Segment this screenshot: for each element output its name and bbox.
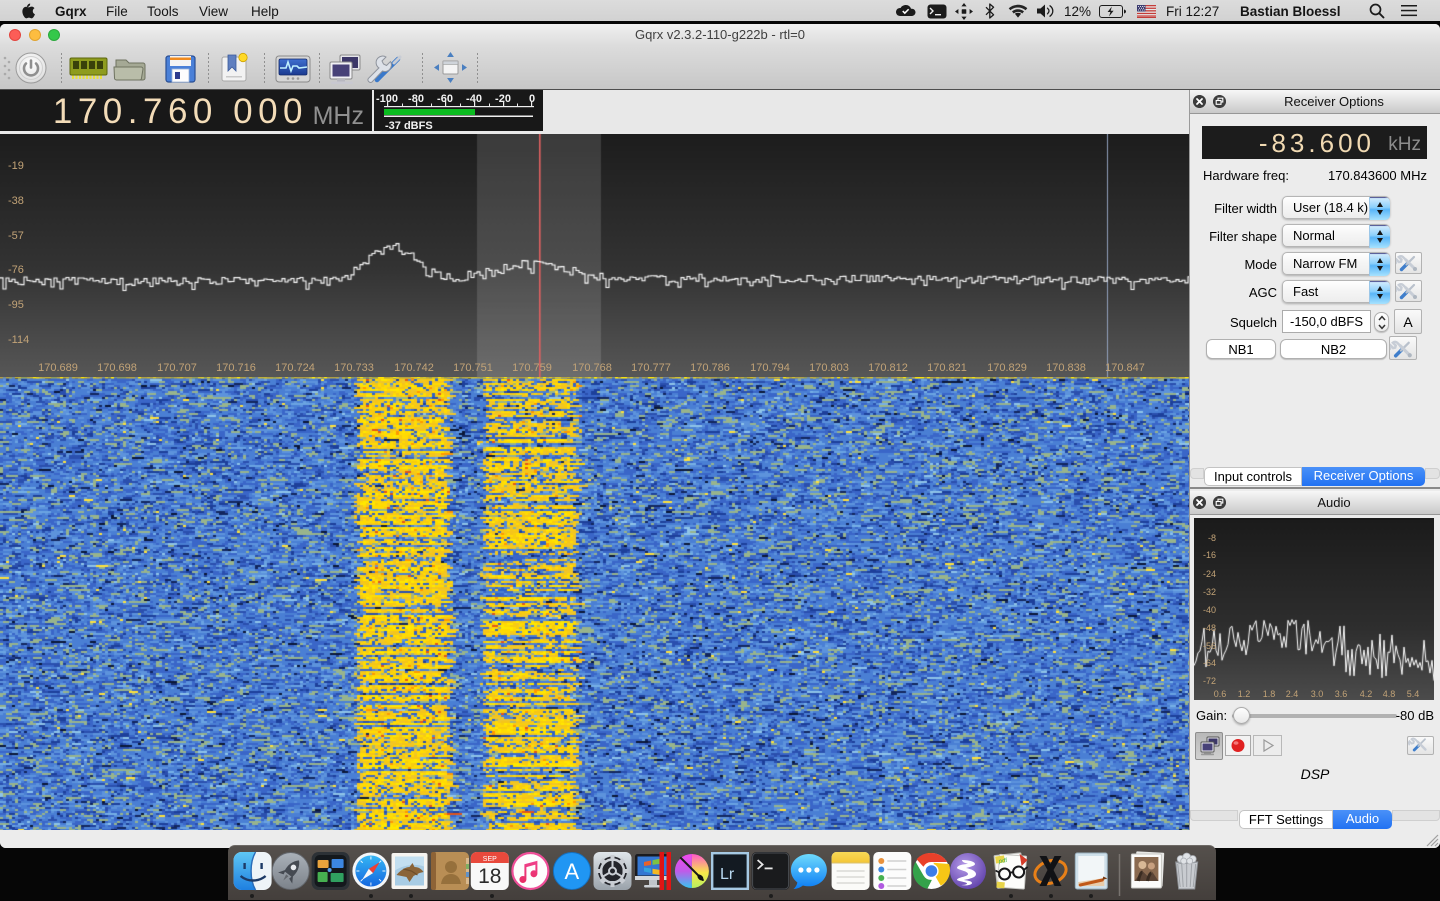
svg-text:SEP: SEP	[483, 856, 497, 863]
svg-text:A: A	[565, 859, 580, 884]
svg-text:-37 dBFS: -37 dBFS	[385, 120, 433, 131]
svg-text:pdf: pdf	[998, 858, 1007, 865]
svg-text:18: 18	[478, 865, 501, 888]
svg-text:Lr: Lr	[720, 866, 735, 883]
